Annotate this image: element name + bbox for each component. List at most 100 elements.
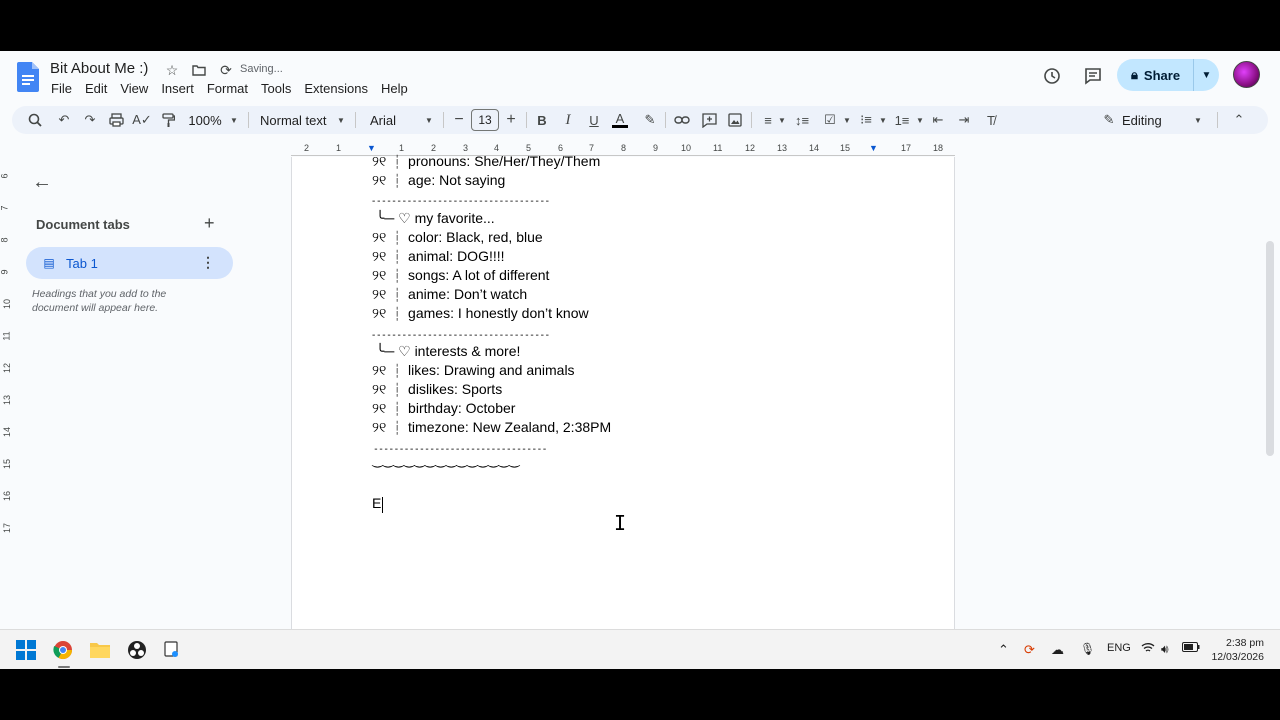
vertical-scrollbar[interactable] xyxy=(1266,241,1274,456)
line-spacing-icon[interactable]: ↕≡ xyxy=(793,110,811,130)
divider xyxy=(665,112,666,128)
style-dropdown-icon[interactable]: ▼ xyxy=(335,110,347,130)
menu-format[interactable]: Format xyxy=(207,81,257,96)
ibeam-cursor-icon: I xyxy=(614,511,627,535)
version-history-icon[interactable] xyxy=(1040,64,1064,88)
comments-icon[interactable] xyxy=(1081,64,1105,88)
spellcheck-icon[interactable]: A✓ xyxy=(132,110,152,130)
star-icon[interactable]: ☆ xyxy=(163,61,181,79)
share-button[interactable]: 🔒︎ Share ▼ xyxy=(1117,59,1219,91)
menu-extensions[interactable]: Extensions xyxy=(304,81,377,96)
bullet-dropdown-icon[interactable]: ▼ xyxy=(877,110,889,130)
onedrive-cloud-icon[interactable]: ☁ xyxy=(1051,642,1064,658)
volume-icon[interactable]: 🔊︎ xyxy=(1161,642,1169,657)
avatar[interactable] xyxy=(1233,61,1260,88)
text-line[interactable]: E xyxy=(372,495,381,511)
redo-icon[interactable]: ↷ xyxy=(81,110,99,130)
bulleted-list-icon[interactable]: ⁝≡ xyxy=(857,110,875,130)
collapse-menus-icon[interactable]: ⌃ xyxy=(1230,110,1248,130)
align-dropdown-icon[interactable]: ▼ xyxy=(776,110,788,130)
right-indent-marker-icon[interactable]: ▼ xyxy=(869,143,878,153)
decrease-indent-icon[interactable]: ⇤ xyxy=(929,110,947,130)
snipping-tool-icon[interactable] xyxy=(160,638,184,662)
menu-insert[interactable]: Insert xyxy=(161,81,203,96)
decrease-font-size-icon[interactable]: − xyxy=(452,110,466,130)
more-options-icon[interactable]: ⋮ xyxy=(201,254,215,271)
text-line[interactable]: ୨୧ ┆ songs: A lot of different xyxy=(372,267,549,284)
menu-tools[interactable]: Tools xyxy=(261,81,300,96)
show-hidden-icons-icon[interactable]: ⌃ xyxy=(998,642,1009,658)
docs-logo-icon[interactable] xyxy=(17,62,39,92)
search-menus-icon[interactable] xyxy=(26,110,44,130)
text-line[interactable]: ୨୧ ┆ pronouns: She/Her/They/Them xyxy=(372,153,600,170)
text-line[interactable]: ୨୧ ┆ color: Black, red, blue xyxy=(372,229,543,246)
text-line[interactable]: ୨୧ ┆ dislikes: Sports xyxy=(372,381,502,398)
wifi-icon[interactable] xyxy=(1141,642,1155,656)
battery-icon[interactable] xyxy=(1182,642,1200,655)
section-heading[interactable]: ╰─ ♡ my favorite... xyxy=(372,210,495,227)
document-title[interactable]: Bit About Me :) xyxy=(50,60,148,77)
text-line[interactable]: ୨୧ ┆ timezone: New Zealand, 2:38PM xyxy=(372,419,611,436)
menu-help[interactable]: Help xyxy=(381,81,417,96)
back-arrow-icon[interactable]: ← xyxy=(32,171,52,194)
numbered-dropdown-icon[interactable]: ▼ xyxy=(914,110,926,130)
highlight-color-icon[interactable]: ✎ xyxy=(641,110,659,130)
zoom-dropdown-icon[interactable]: ▼ xyxy=(228,110,240,130)
text-line[interactable]: ୨୧ ┆ games: I honestly don’t know xyxy=(372,305,589,322)
font-dropdown-icon[interactable]: ▼ xyxy=(423,110,435,130)
menu-edit[interactable]: Edit xyxy=(85,81,116,96)
italic-icon[interactable]: I xyxy=(559,110,577,130)
text-line[interactable]: ୨୧ ┆ age: Not saying xyxy=(372,172,505,189)
underline-icon[interactable]: U xyxy=(585,110,603,130)
editing-mode-select[interactable]: Editing xyxy=(1122,110,1172,130)
divider-line[interactable]: - - - - - - - - - - - - - - - - - - - - … xyxy=(372,330,549,341)
font-size-input[interactable]: 13 xyxy=(471,109,499,131)
text-line[interactable]: ୨୧ ┆ birthday: October xyxy=(372,400,515,417)
text-line[interactable]: ୨୧ ┆ animal: DOG!!!! xyxy=(372,248,505,265)
update-icon[interactable]: ⟳ xyxy=(1024,642,1035,658)
add-tab-icon[interactable]: + xyxy=(204,213,215,234)
increase-indent-icon[interactable]: ⇥ xyxy=(955,110,973,130)
text-line[interactable]: ୨୧ ┆ likes: Drawing and animals xyxy=(372,362,575,379)
paint-format-icon[interactable] xyxy=(159,110,177,130)
checklist-dropdown-icon[interactable]: ▼ xyxy=(841,110,853,130)
insert-image-icon[interactable] xyxy=(726,110,744,130)
tab-1[interactable]: ▤ Tab 1 ⋮ xyxy=(26,247,233,279)
text-color-icon[interactable]: A xyxy=(611,110,629,130)
ruler-tick: 5 xyxy=(526,143,532,153)
language-indicator[interactable]: ENG xyxy=(1107,642,1131,654)
lock-icon: 🔒︎ xyxy=(1131,67,1138,82)
insert-link-icon[interactable] xyxy=(673,110,691,130)
bold-icon[interactable]: B xyxy=(533,110,551,130)
add-comment-icon[interactable] xyxy=(700,110,718,130)
windows-start-icon[interactable] xyxy=(14,638,38,662)
checklist-icon[interactable]: ☑ xyxy=(821,110,839,130)
style-select[interactable]: Normal text xyxy=(260,110,330,130)
section-heading[interactable]: ╰─ ♡ interests & more! xyxy=(372,343,521,360)
system-clock[interactable]: 2:38 pm 12/03/2026 xyxy=(1211,636,1264,664)
zoom-select[interactable]: 100% xyxy=(188,110,222,130)
chrome-icon[interactable] xyxy=(51,638,75,662)
menu-view[interactable]: View xyxy=(120,81,157,96)
microphone-icon[interactable]: 🎙︎ xyxy=(1080,642,1095,656)
align-left-icon[interactable]: ≡ xyxy=(759,110,777,130)
left-indent-marker-icon[interactable]: ▼ xyxy=(367,143,376,153)
numbered-list-icon[interactable]: 1≡ xyxy=(893,110,911,130)
menu-file[interactable]: File xyxy=(51,81,81,96)
clear-formatting-icon[interactable]: T̸ xyxy=(982,110,1000,130)
wave-divider[interactable]: ⏝⏝⏝⏝⏝⏝⏝⏝⏝⏝⏝⏝⏝⏝ xyxy=(372,453,520,468)
move-folder-icon[interactable] xyxy=(190,61,208,79)
increase-font-size-icon[interactable]: + xyxy=(504,110,518,130)
obs-studio-icon[interactable] xyxy=(125,638,149,662)
file-explorer-icon[interactable] xyxy=(88,638,112,662)
document-page[interactable]: ୨୧ ┆ pronouns: She/Her/They/Them ୨୧ ┆ ag… xyxy=(291,153,955,629)
editing-mode-dropdown-icon[interactable]: ▼ xyxy=(1192,110,1204,130)
share-dropdown-icon[interactable]: ▼ xyxy=(1193,59,1219,91)
font-select[interactable]: Arial xyxy=(370,110,420,130)
divider-line[interactable]: - - - - - - - - - - - - - - - - - - - - … xyxy=(372,196,549,207)
divider xyxy=(1217,112,1218,128)
undo-icon[interactable]: ↶ xyxy=(55,110,73,130)
print-icon[interactable] xyxy=(107,110,125,130)
vertical-ruler[interactable]: 6 7 8 9 10 11 12 13 14 15 16 17 xyxy=(0,161,14,629)
text-line[interactable]: ୨୧ ┆ anime: Don’t watch xyxy=(372,286,527,303)
